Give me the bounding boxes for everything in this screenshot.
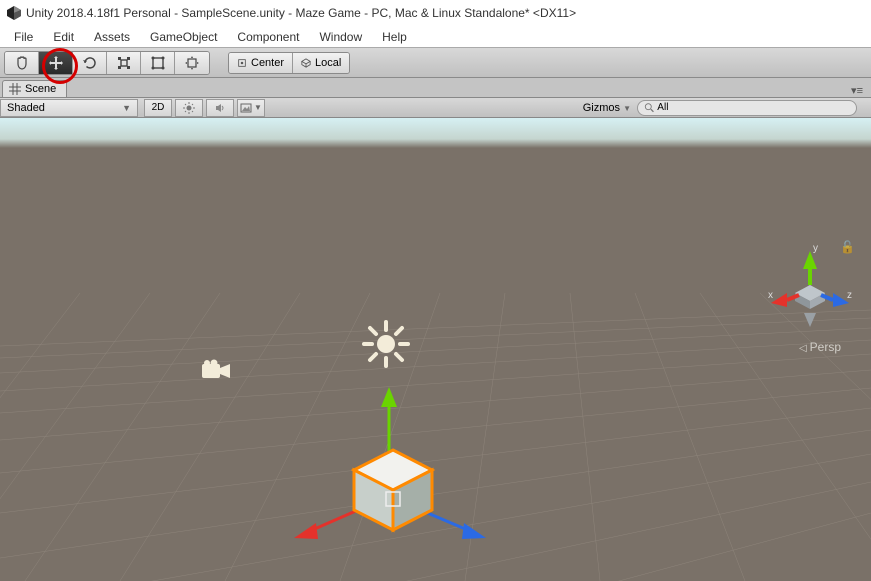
gizmos-dropdown[interactable]: Gizmos ▼ bbox=[577, 102, 637, 114]
axis-z-label: z bbox=[847, 290, 852, 301]
scene-tab[interactable]: Scene bbox=[2, 80, 67, 97]
transform-tool[interactable] bbox=[175, 52, 209, 74]
pivot-toggle[interactable]: Center bbox=[229, 53, 293, 73]
axis-y-label: y bbox=[813, 243, 818, 254]
menu-window[interactable]: Window bbox=[309, 28, 372, 46]
picture-icon bbox=[240, 102, 252, 114]
2d-label: 2D bbox=[152, 102, 165, 113]
hand-icon bbox=[14, 55, 30, 71]
title-bar: Unity 2018.4.18f1 Personal - SampleScene… bbox=[0, 0, 871, 26]
shading-dropdown[interactable]: Shaded ▼ bbox=[0, 99, 138, 117]
main-toolbar: Center Local bbox=[0, 48, 871, 78]
gizmos-label: Gizmos bbox=[583, 102, 620, 114]
move-icon bbox=[48, 55, 64, 71]
move-tool[interactable] bbox=[39, 52, 73, 74]
scene-search[interactable] bbox=[637, 100, 857, 116]
menu-file[interactable]: File bbox=[4, 28, 43, 46]
search-input[interactable] bbox=[657, 102, 850, 113]
menu-edit[interactable]: Edit bbox=[43, 28, 84, 46]
pivot-icon bbox=[237, 58, 247, 68]
axis-x-label: x bbox=[768, 290, 773, 301]
menu-help[interactable]: Help bbox=[372, 28, 417, 46]
rect-icon bbox=[150, 55, 166, 71]
rotate-icon bbox=[82, 55, 98, 71]
menu-bar: File Edit Assets GameObject Component Wi… bbox=[0, 26, 871, 48]
space-icon bbox=[301, 58, 311, 68]
tab-options-button[interactable]: ▾≡ bbox=[851, 84, 871, 97]
transform-tool-group bbox=[4, 51, 210, 75]
menu-assets[interactable]: Assets bbox=[84, 28, 140, 46]
scale-tool[interactable] bbox=[107, 52, 141, 74]
light-gizmo-icon bbox=[360, 318, 412, 370]
scene-toolbar: Shaded ▼ 2D ▼ Gizmos ▼ bbox=[0, 98, 871, 118]
speaker-icon bbox=[214, 102, 226, 114]
scale-icon bbox=[116, 55, 132, 71]
audio-toggle[interactable] bbox=[206, 99, 234, 117]
search-icon bbox=[644, 102, 654, 113]
rect-tool[interactable] bbox=[141, 52, 175, 74]
camera-gizmo-icon bbox=[200, 358, 234, 382]
rotate-tool[interactable] bbox=[73, 52, 107, 74]
window-title: Unity 2018.4.18f1 Personal - SampleScene… bbox=[26, 6, 576, 20]
space-label: Local bbox=[315, 57, 341, 69]
scene-tab-icon bbox=[9, 83, 21, 95]
scene-viewport[interactable]: x y z 🔓 ◁Persp bbox=[0, 118, 871, 581]
menu-component[interactable]: Component bbox=[227, 28, 309, 46]
chevron-down-icon: ▼ bbox=[122, 103, 131, 113]
unified-icon bbox=[184, 55, 200, 71]
chevron-down-icon: ▼ bbox=[623, 104, 631, 113]
sun-small-icon bbox=[183, 102, 195, 114]
scene-tab-label: Scene bbox=[25, 83, 56, 95]
fx-dropdown[interactable]: ▼ bbox=[237, 99, 265, 117]
orientation-gizmo[interactable]: x y z bbox=[765, 243, 855, 333]
projection-label[interactable]: ◁Persp bbox=[799, 340, 841, 354]
chevron-left-icon: ◁ bbox=[799, 343, 807, 354]
hand-tool[interactable] bbox=[5, 52, 39, 74]
pivot-label: Center bbox=[251, 57, 284, 69]
2d-toggle[interactable]: 2D bbox=[144, 99, 172, 117]
shading-label: Shaded bbox=[7, 102, 45, 114]
pivot-space-group: Center Local bbox=[228, 52, 350, 74]
chevron-down-icon: ▼ bbox=[254, 103, 262, 112]
lighting-toggle[interactable] bbox=[175, 99, 203, 117]
selected-cube[interactable] bbox=[348, 444, 438, 534]
space-toggle[interactable]: Local bbox=[293, 53, 349, 73]
lock-icon[interactable]: 🔓 bbox=[840, 240, 855, 254]
unity-logo-icon bbox=[6, 5, 22, 21]
tab-bar: Scene ▾≡ bbox=[0, 78, 871, 98]
menu-gameobject[interactable]: GameObject bbox=[140, 28, 227, 46]
persp-text: Persp bbox=[810, 340, 841, 354]
